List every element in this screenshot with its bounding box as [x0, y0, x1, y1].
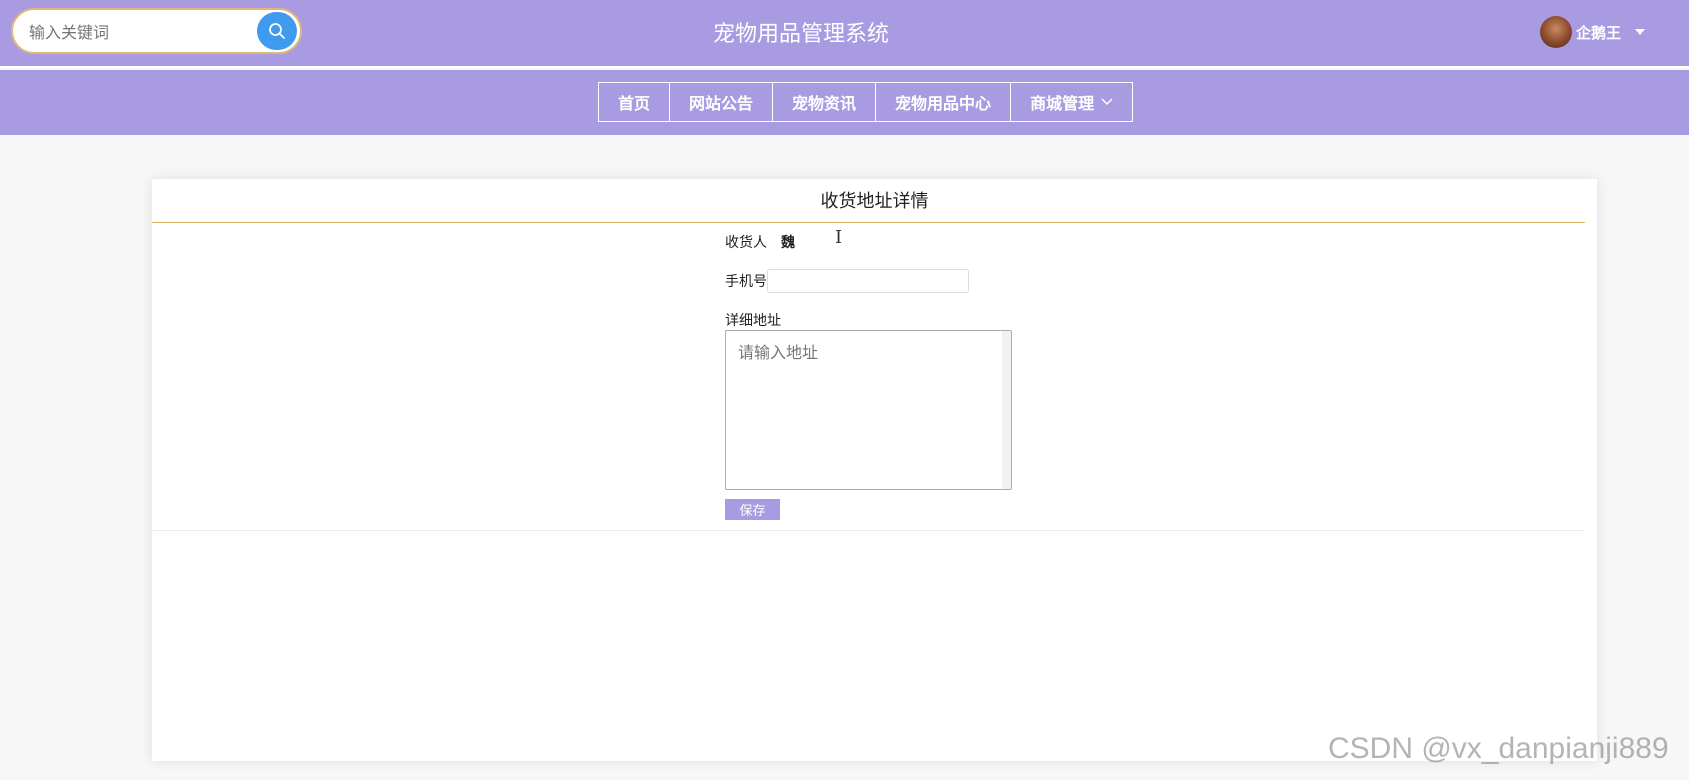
- save-button[interactable]: 保存: [725, 499, 780, 520]
- address-textarea[interactable]: [725, 330, 1012, 490]
- nav-item-pet-news[interactable]: 宠物资讯: [772, 82, 877, 122]
- nav-item-label: 宠物资讯: [792, 94, 857, 113]
- nav-item-home[interactable]: 首页: [598, 82, 671, 122]
- textarea-scrollbar[interactable]: [1002, 331, 1011, 489]
- user-name[interactable]: 企鹅王: [1576, 22, 1621, 43]
- user-menu[interactable]: 企鹅王: [1540, 14, 1646, 50]
- nav-item-label: 网站公告: [689, 94, 754, 113]
- recipient-row: 收货人 魏: [725, 231, 925, 253]
- nav-item-label: 宠物用品中心: [895, 94, 992, 113]
- chevron-down-icon: [1101, 98, 1113, 106]
- phone-input[interactable]: [767, 269, 969, 293]
- nav-item-label: 商城管理: [1030, 94, 1095, 113]
- nav-item-label: 首页: [618, 94, 651, 113]
- phone-label: 手机号: [725, 274, 767, 290]
- site-title: 宠物用品管理系统: [712, 22, 889, 47]
- nav-item-pet-supplies-center[interactable]: 宠物用品中心: [875, 82, 1012, 122]
- watermark: CSDN @vx_danpianji889: [1328, 732, 1669, 765]
- text-cursor-icon: I: [835, 227, 843, 248]
- nav-item-announcements[interactable]: 网站公告: [669, 82, 774, 122]
- address-detail-card: 收货地址详情 收货人 魏 手机号 详细地址 保存: [152, 179, 1597, 761]
- card-title: 收货地址详情: [820, 191, 929, 212]
- avatar[interactable]: [1540, 16, 1572, 48]
- caret-down-icon[interactable]: [1635, 29, 1646, 35]
- recipient-value: 魏: [781, 235, 795, 251]
- header: 宠物用品管理系统 企鹅王: [0, 0, 1689, 68]
- title-divider: [152, 222, 1585, 223]
- nav-item-mall-management[interactable]: 商城管理: [1010, 82, 1134, 122]
- nav-bar: 首页 网站公告 宠物资讯 宠物用品中心 商城管理: [0, 70, 1689, 135]
- form-bottom-divider: [152, 530, 1585, 531]
- phone-row: 手机号: [725, 269, 1045, 293]
- address-label: 详细地址: [725, 313, 781, 329]
- main-nav: 首页 网站公告 宠物资讯 宠物用品中心 商城管理: [598, 82, 1134, 122]
- recipient-label: 收货人: [725, 235, 767, 251]
